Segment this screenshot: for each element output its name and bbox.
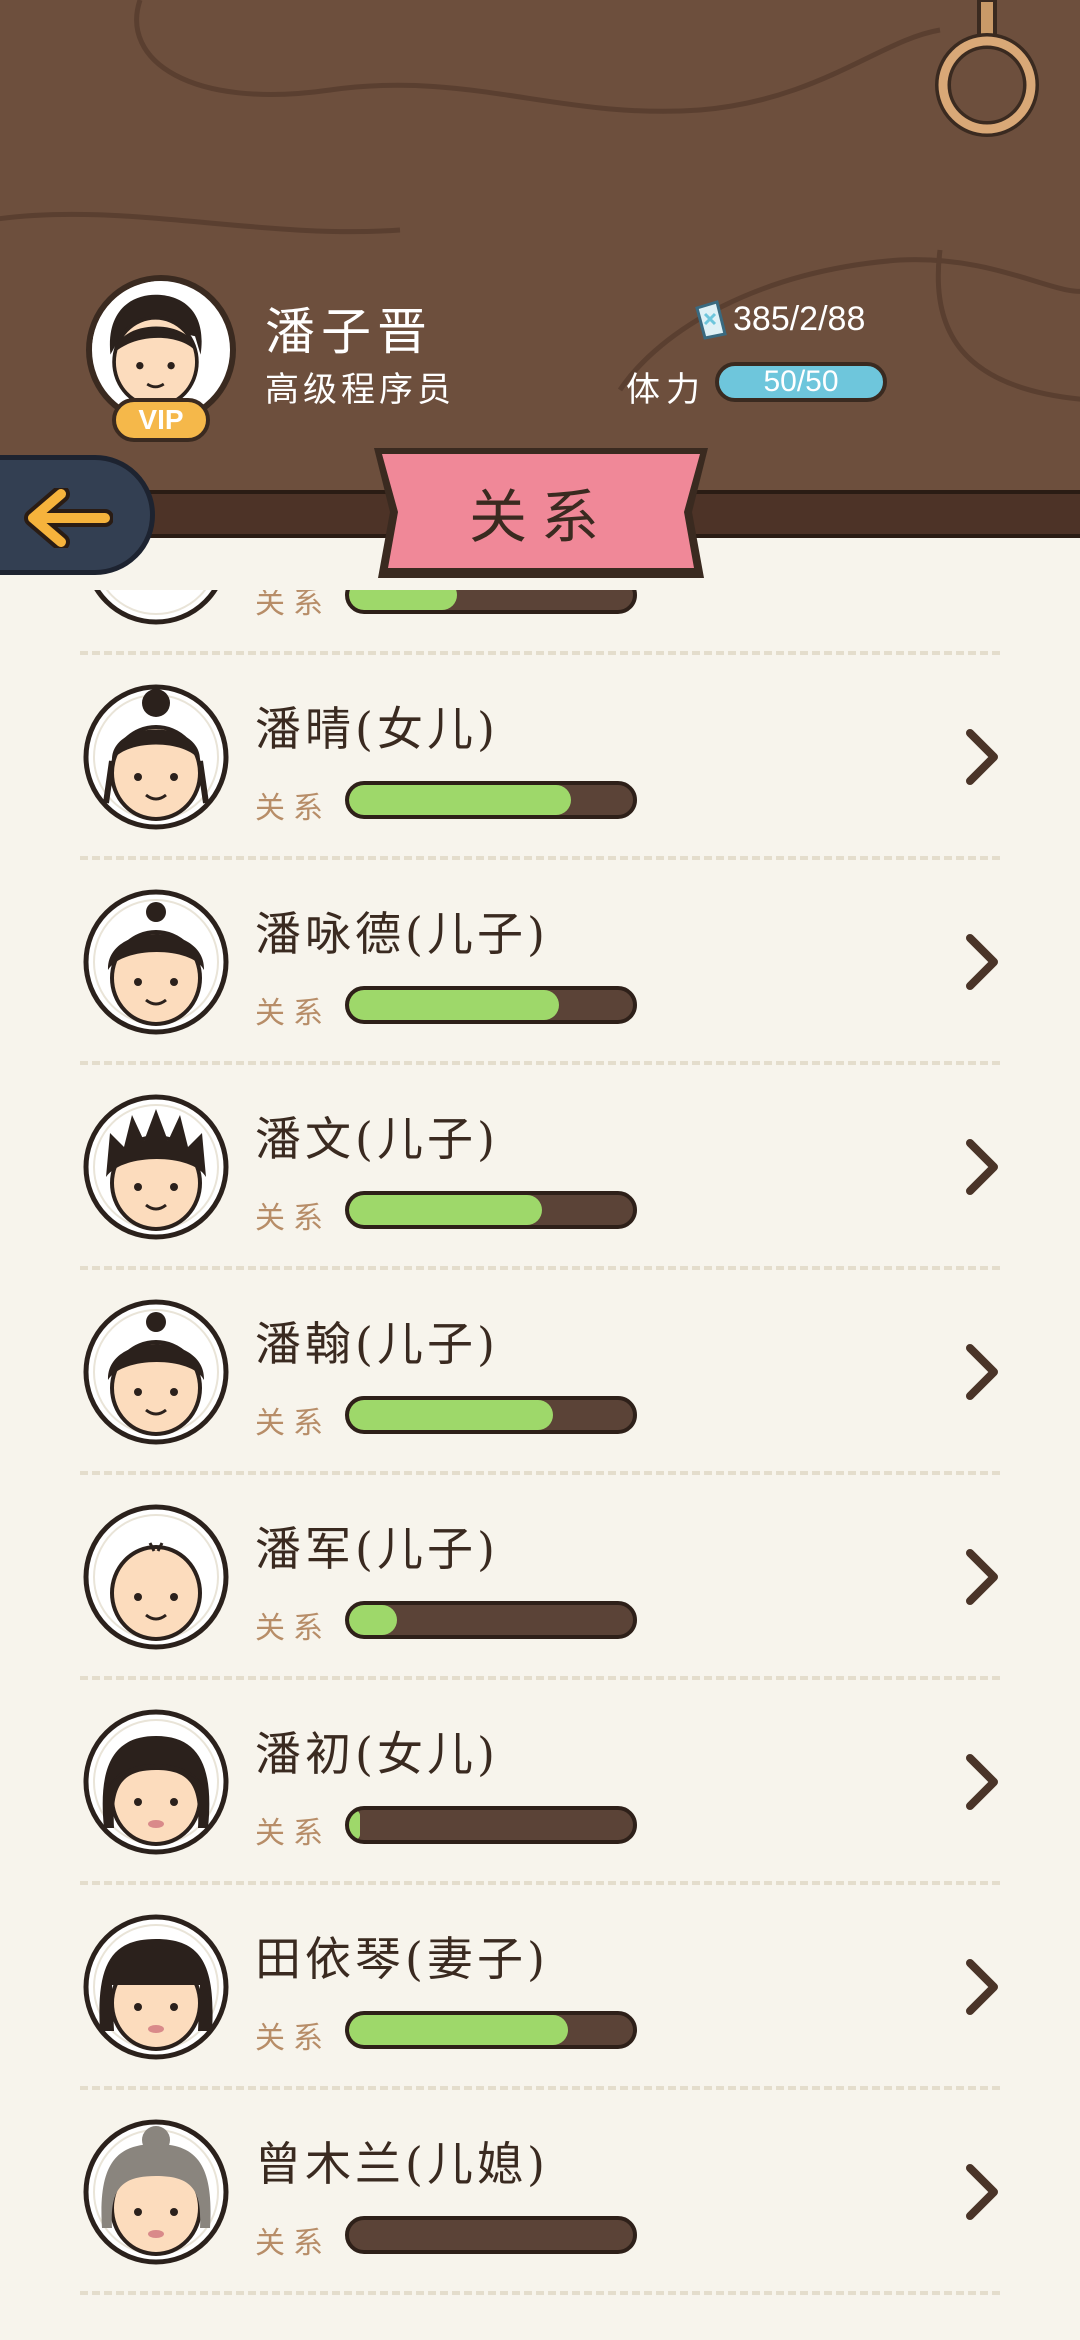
member-row[interactable]: 潘翰(儿子) 关系 bbox=[0, 1270, 1080, 1475]
relation-bar-fill bbox=[349, 785, 571, 815]
member-row[interactable]: 潘咏德(儿子) 关系 bbox=[0, 860, 1080, 1065]
relation-bar-fill bbox=[349, 1400, 554, 1430]
member-face-icon bbox=[83, 1094, 229, 1240]
back-button[interactable] bbox=[0, 455, 155, 575]
member-name: 潘咏德(儿子) bbox=[255, 907, 549, 961]
member-name: 潘文(儿子) bbox=[255, 1112, 499, 1166]
relation-bar-fill bbox=[349, 590, 457, 610]
relation-bar bbox=[345, 2011, 637, 2049]
relation-label: 关系 bbox=[255, 791, 331, 826]
relation-bar bbox=[345, 1396, 637, 1434]
relation-label: 关系 bbox=[255, 2226, 331, 2261]
relation-bar bbox=[345, 1191, 637, 1229]
chevron-right-icon[interactable] bbox=[962, 932, 1002, 992]
relation-bar-fill bbox=[349, 2015, 568, 2045]
relation-label: 关系 bbox=[255, 2021, 331, 2056]
relation-bar bbox=[345, 2216, 637, 2254]
member-face-icon bbox=[94, 590, 218, 625]
relation-bar bbox=[345, 781, 637, 819]
chevron-right-icon[interactable] bbox=[962, 1547, 1002, 1607]
member-name: 曾木兰(儿媳) bbox=[255, 2137, 549, 2191]
relation-bar-fill bbox=[349, 1605, 398, 1635]
member-face-icon bbox=[83, 1299, 229, 1445]
row-separator bbox=[80, 2291, 1000, 2295]
chevron-right-icon[interactable] bbox=[962, 2162, 1002, 2222]
member-name: 潘军(儿子) bbox=[255, 1522, 499, 1576]
member-face-icon bbox=[83, 1504, 229, 1650]
member-row[interactable]: 潘晴(女儿) 关系 bbox=[0, 655, 1080, 860]
banner-title: 关系 bbox=[468, 483, 613, 551]
member-name: 潘晴(女儿) bbox=[255, 702, 499, 756]
relation-bar-fill bbox=[349, 1195, 543, 1225]
relation-bar-fill bbox=[349, 1810, 361, 1840]
player-name: 潘子晋 bbox=[265, 303, 433, 361]
member-face-icon bbox=[83, 2119, 229, 2265]
game-header: VIP 潘子晋 高级程序员 385/2/88 体力 50/50 bbox=[0, 0, 1080, 500]
chevron-right-icon[interactable] bbox=[962, 1752, 1002, 1812]
relation-bar bbox=[345, 1601, 637, 1639]
member-name: 潘翰(儿子) bbox=[255, 1317, 499, 1371]
member-name: 田依琴(妻子) bbox=[255, 1932, 549, 1986]
chevron-right-icon[interactable] bbox=[962, 1342, 1002, 1402]
member-row[interactable]: 曾木兰(儿媳) 关系 bbox=[0, 2090, 1080, 2295]
stamina-label: 体力 bbox=[626, 370, 706, 410]
chevron-right-icon[interactable] bbox=[962, 727, 1002, 787]
chevron-right-icon[interactable] bbox=[962, 1957, 1002, 2017]
stamina-bar: 50/50 bbox=[715, 362, 887, 402]
member-face-icon bbox=[83, 1914, 229, 2060]
relation-bar-fill bbox=[349, 990, 560, 1020]
relationship-list[interactable]: 关系 潘晴(女儿) 关系 潘咏德(儿子) 关系 潘文(儿子) 关系 潘翰(儿子)… bbox=[0, 590, 1080, 2340]
money-ticket-icon bbox=[695, 300, 727, 340]
money-display: 385/2/88 bbox=[733, 300, 866, 338]
member-face-icon bbox=[83, 889, 229, 1035]
member-face-icon bbox=[83, 684, 229, 830]
relation-bar bbox=[345, 590, 637, 614]
back-arrow-icon bbox=[24, 488, 113, 548]
member-face-icon bbox=[83, 1709, 229, 1855]
player-title: 高级程序员 bbox=[265, 370, 455, 410]
relation-label: 关系 bbox=[255, 590, 331, 621]
hanging-ring-icon[interactable] bbox=[932, 0, 1042, 140]
relation-label: 关系 bbox=[255, 996, 331, 1031]
relation-label: 关系 bbox=[255, 1201, 331, 1236]
member-name: 潘初(女儿) bbox=[255, 1727, 499, 1781]
relation-label: 关系 bbox=[255, 1611, 331, 1646]
member-row[interactable]: 潘军(儿子) 关系 bbox=[0, 1475, 1080, 1680]
chevron-right-icon[interactable] bbox=[962, 1137, 1002, 1197]
member-row[interactable]: 关系 bbox=[0, 590, 1080, 655]
relation-label: 关系 bbox=[255, 1816, 331, 1851]
relation-bar bbox=[345, 986, 637, 1024]
member-row[interactable]: 田依琴(妻子) 关系 bbox=[0, 1885, 1080, 2090]
vip-badge: VIP bbox=[112, 398, 210, 442]
member-row[interactable]: 潘文(儿子) 关系 bbox=[0, 1065, 1080, 1270]
relation-bar bbox=[345, 1806, 637, 1844]
relation-label: 关系 bbox=[255, 1406, 331, 1441]
member-row[interactable]: 潘初(女儿) 关系 bbox=[0, 1680, 1080, 1885]
